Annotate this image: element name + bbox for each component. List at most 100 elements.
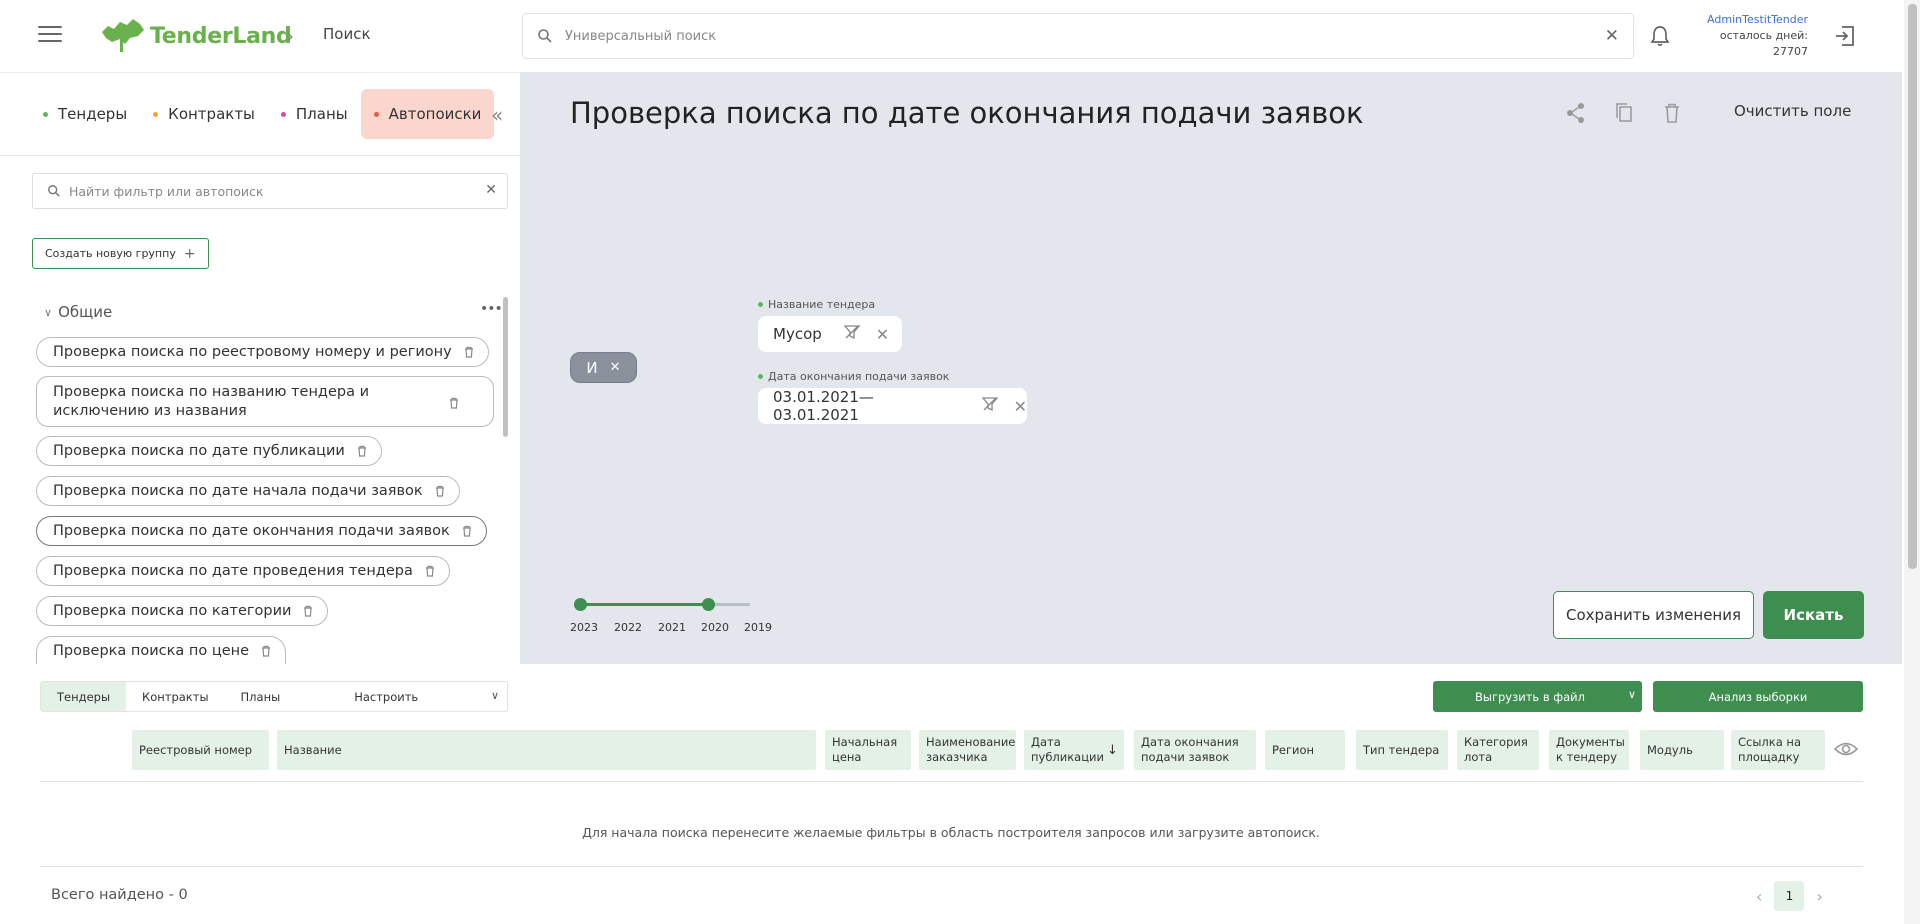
saved-search-label: Проверка поиска по дате проведения тенде… xyxy=(53,563,413,579)
results-tab-tenders[interactable]: Тендеры xyxy=(41,682,127,711)
trash-icon[interactable] xyxy=(435,485,445,497)
page-button-current[interactable]: 1 xyxy=(1774,881,1805,911)
plans-dot-icon xyxy=(280,111,286,117)
results-tab-contracts[interactable]: Контракты xyxy=(126,682,225,711)
left-tabs: Тендеры Контракты Планы Автопоиски xyxy=(30,89,495,139)
filter-chip-deadline-date[interactable]: 03.01.2021—03.01.2021 ✕ xyxy=(758,388,1027,424)
column-header[interactable]: Документы к тендеру xyxy=(1549,730,1629,770)
filter-off-icon[interactable] xyxy=(843,325,861,343)
search-button[interactable]: Искать xyxy=(1763,591,1864,639)
saved-search-item[interactable]: Проверка поиска по реестровому номеру и … xyxy=(36,337,489,367)
autosearches-dot-icon xyxy=(373,111,379,117)
saved-search-item[interactable]: Проверка поиска по категории xyxy=(36,596,329,626)
timeline-year: 2020 xyxy=(701,621,729,634)
user-info[interactable]: AdminTestitTender осталось дней: 27707 xyxy=(1690,12,1808,60)
column-header[interactable]: Модуль xyxy=(1640,730,1724,770)
save-changes-button[interactable]: Сохранить изменения xyxy=(1553,591,1754,639)
analyze-button[interactable]: Анализ выборки xyxy=(1653,681,1863,712)
filter-label-text: Название тендера xyxy=(768,298,876,311)
saved-search-label: Проверка поиска по дате окончания подачи… xyxy=(53,523,450,539)
days-left-label: осталось дней: xyxy=(1719,29,1808,42)
year-timeline[interactable]: 2023 2022 2021 2020 2019 xyxy=(570,595,772,635)
clear-filter-search-icon[interactable]: ✕ xyxy=(485,182,497,198)
filter-search-input[interactable]: Найти фильтр или автопоиск ✕ xyxy=(32,173,508,209)
logout-icon[interactable] xyxy=(1833,24,1857,48)
share-icon[interactable] xyxy=(1566,102,1586,124)
menu-icon[interactable] xyxy=(38,26,62,44)
trash-icon[interactable] xyxy=(462,525,472,537)
clear-search-icon[interactable]: ✕ xyxy=(1605,26,1619,46)
filter-off-icon[interactable] xyxy=(981,397,998,415)
tab-tenders[interactable]: Тендеры xyxy=(30,89,140,139)
chevron-down-icon[interactable]: ∨ xyxy=(491,689,499,702)
page-scrollbar[interactable] xyxy=(1904,0,1920,924)
saved-search-label: Проверка поиска по категории xyxy=(53,603,292,619)
pagination: ‹ 1 › xyxy=(1756,881,1823,911)
logo[interactable]: TenderLand xyxy=(100,16,292,56)
column-header[interactable]: Начальная цена xyxy=(825,730,911,770)
trash-icon[interactable] xyxy=(261,645,271,657)
tab-label: Автопоиски xyxy=(388,105,482,123)
remove-filter-icon[interactable]: ✕ xyxy=(876,325,889,344)
configure-dropdown[interactable]: Настроить xyxy=(338,682,434,711)
remove-operator-icon[interactable]: ✕ xyxy=(610,360,621,375)
copy-icon[interactable] xyxy=(1614,102,1634,124)
saved-search-item[interactable]: Проверка поиска по дате начала подачи за… xyxy=(36,476,460,506)
list-scrollbar[interactable] xyxy=(503,297,508,437)
column-header[interactable]: Тип тендера xyxy=(1356,730,1448,770)
column-header[interactable]: Ссылка на площадку xyxy=(1731,730,1825,770)
breadcrumb-current: Поиск xyxy=(323,25,371,43)
saved-search-item[interactable]: Проверка поиска по дате публикации xyxy=(36,436,382,466)
saved-search-item-selected[interactable]: Проверка поиска по дате окончания подачи… xyxy=(36,516,487,546)
trash-icon[interactable] xyxy=(357,445,367,457)
contracts-dot-icon xyxy=(153,111,159,117)
saved-search-item[interactable]: Проверка поиска по дате проведения тенде… xyxy=(36,556,450,586)
clear-field-button[interactable]: Очистить поле xyxy=(1734,102,1851,120)
export-button[interactable]: Выгрузить в файл ∨ xyxy=(1433,681,1642,712)
saved-search-label: Проверка поиска по дате начала подачи за… xyxy=(53,483,423,499)
total-found: Всего найдено - 0 xyxy=(51,887,188,903)
left-panel: Тендеры Контракты Планы Автопоиски « Най… xyxy=(0,72,520,665)
column-header[interactable]: Наименование заказчика xyxy=(919,730,1016,770)
tab-plans[interactable]: Планы xyxy=(268,89,361,139)
timeline-handle-end[interactable] xyxy=(702,598,715,611)
trash-icon[interactable] xyxy=(303,605,313,617)
plus-icon: + xyxy=(183,245,196,262)
column-header[interactable]: Категория лота xyxy=(1457,730,1539,770)
collapse-panel-icon[interactable]: « xyxy=(491,103,503,127)
remove-filter-icon[interactable]: ✕ xyxy=(1014,397,1027,416)
timeline-handle-start[interactable] xyxy=(574,598,587,611)
operator-and-chip[interactable]: И ✕ xyxy=(570,352,637,383)
column-header[interactable]: Дата окончания подачи заявок xyxy=(1134,730,1256,770)
trash-icon[interactable] xyxy=(449,396,459,409)
tab-label: Контракты xyxy=(168,105,255,123)
user-name[interactable]: AdminTestitTender xyxy=(1690,12,1808,28)
page-scrollbar-thumb[interactable] xyxy=(1908,4,1917,569)
saved-search-item[interactable]: Проверка поиска по цене xyxy=(36,636,287,665)
tab-autosearches[interactable]: Автопоиски xyxy=(360,89,495,139)
trash-icon[interactable] xyxy=(425,565,435,577)
trash-icon[interactable] xyxy=(1662,102,1682,124)
filter-value: 03.01.2021—03.01.2021 xyxy=(773,388,874,424)
filter-chip-tender-name[interactable]: Мусор ✕ xyxy=(758,316,902,352)
logo-map-icon xyxy=(102,19,144,52)
create-group-button[interactable]: Создать новую группу + xyxy=(32,238,209,269)
saved-search-item[interactable]: Проверка поиска по названию тендера и ис… xyxy=(36,376,494,427)
column-header-sorted[interactable]: Дата публикации ↓ xyxy=(1024,730,1124,770)
eye-icon[interactable] xyxy=(1834,740,1858,758)
chevron-right-icon[interactable]: › xyxy=(1816,887,1822,906)
universal-search-input[interactable]: Универсальный поиск ✕ xyxy=(522,13,1634,59)
sort-arrow-icon[interactable]: ↓ xyxy=(1107,743,1118,758)
column-header[interactable]: Название xyxy=(277,730,816,770)
group-header[interactable]: ∨ Общие xyxy=(44,303,112,321)
trash-icon[interactable] xyxy=(464,346,474,358)
chevron-left-icon[interactable]: ‹ xyxy=(1756,887,1762,906)
more-icon[interactable]: ••• xyxy=(480,301,503,317)
chevron-down-icon[interactable]: ∨ xyxy=(1628,688,1636,701)
column-header[interactable]: Регион xyxy=(1265,730,1345,770)
tab-contracts[interactable]: Контракты xyxy=(140,89,268,139)
results-tab-plans[interactable]: Планы xyxy=(225,682,297,711)
bell-icon[interactable] xyxy=(1649,24,1671,48)
search-icon xyxy=(48,185,60,197)
column-header[interactable]: Реестровый номер xyxy=(132,730,269,770)
